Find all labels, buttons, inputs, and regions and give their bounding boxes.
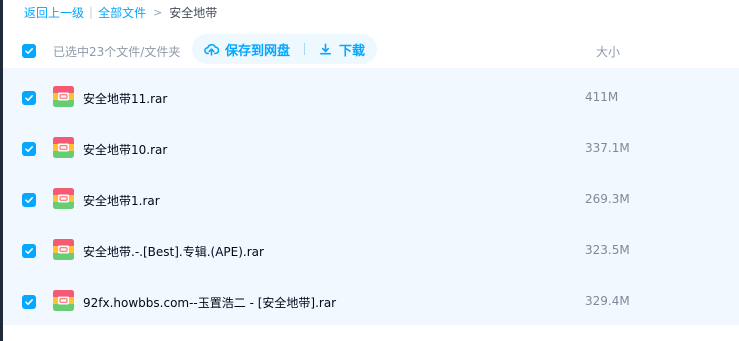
download-button-label: 下载 (339, 43, 366, 59)
file-row[interactable]: 安全地带10.rar 337.1M (3, 119, 739, 170)
breadcrumb: 返回上一级 | 全部文件 > 安全地带 (24, 4, 217, 20)
file-size: 411M (585, 90, 619, 104)
select-all-checkbox[interactable] (22, 44, 36, 58)
file-row[interactable]: 安全地带11.rar 411M (3, 68, 739, 119)
file-row[interactable]: 92fx.howbbs.com--玉置浩二 - [安全地带].rar 329.4… (3, 272, 739, 323)
file-checkbox[interactable] (22, 295, 36, 309)
file-name[interactable]: 安全地带10.rar (83, 141, 167, 158)
file-checkbox[interactable] (22, 142, 36, 156)
file-checkbox[interactable] (22, 91, 36, 105)
file-size: 337.1M (585, 141, 630, 155)
file-row[interactable]: 安全地带1.rar 269.3M (3, 170, 739, 221)
size-column-header: 大小 (596, 45, 621, 59)
archive-file-icon (53, 137, 74, 158)
breadcrumb-separator: | (89, 5, 94, 19)
archive-file-icon (53, 290, 74, 311)
save-to-drive-button[interactable]: 保存到网盘 (204, 34, 290, 64)
cloud-upload-icon (204, 42, 219, 57)
checkmark-icon (25, 299, 33, 305)
current-folder: 安全地带 (169, 5, 218, 20)
file-row[interactable]: 安全地带.-.[Best].专辑.(APE).rar 323.5M (3, 221, 739, 272)
download-icon (318, 42, 333, 57)
file-checkbox[interactable] (22, 244, 36, 258)
file-checkbox[interactable] (22, 193, 36, 207)
download-button[interactable]: 下载 (318, 34, 365, 64)
checkmark-icon (25, 197, 33, 203)
archive-file-icon (53, 86, 74, 107)
file-name[interactable]: 安全地带11.rar (83, 90, 167, 107)
breadcrumb-arrow-icon: > (153, 5, 163, 19)
file-share-page: 返回上一级 | 全部文件 > 安全地带 已选中23个文件/文件夹 保存到网盘 下… (0, 0, 739, 341)
selected-count: 已选中23个文件/文件夹 (53, 45, 181, 59)
file-list: 安全地带11.rar 411M 安全地带10.rar 337.1M 安全地带1.… (3, 68, 739, 325)
file-size: 329.4M (585, 294, 630, 308)
toolbar-divider (304, 43, 305, 55)
checkmark-icon (25, 248, 33, 254)
archive-file-icon (53, 239, 74, 260)
save-button-label: 保存到网盘 (225, 43, 291, 59)
file-name[interactable]: 安全地带.-.[Best].专辑.(APE).rar (83, 243, 264, 260)
file-name[interactable]: 安全地带1.rar (83, 192, 160, 209)
archive-file-icon (53, 188, 74, 209)
file-list-header: 已选中23个文件/文件夹 保存到网盘 下载 大小 (0, 32, 739, 68)
checkmark-icon (25, 48, 33, 54)
file-name[interactable]: 92fx.howbbs.com--玉置浩二 - [安全地带].rar (83, 294, 336, 311)
file-size: 269.3M (585, 192, 630, 206)
back-link[interactable]: 返回上一级 (24, 4, 84, 21)
file-size: 323.5M (585, 243, 630, 257)
checkmark-icon (25, 95, 33, 101)
checkmark-icon (25, 146, 33, 152)
all-files-link[interactable]: 全部文件 (98, 4, 146, 21)
action-toolbar: 保存到网盘 下载 (192, 34, 377, 64)
